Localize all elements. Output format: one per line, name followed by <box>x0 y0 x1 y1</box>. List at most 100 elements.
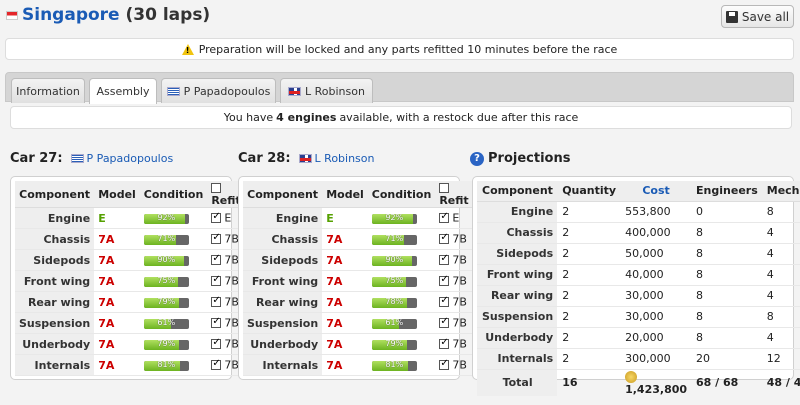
car27-panel: Component Model Condition Refit Engine E 9… <box>10 176 245 380</box>
component-name: Front wing <box>15 270 95 292</box>
proj-component: Chassis <box>477 222 558 244</box>
refit-cell: 7B <box>435 270 473 292</box>
table-row: Rear wing 2 30,000 8 4 <box>477 285 800 307</box>
component-name: Engine <box>243 207 323 229</box>
proj-cost: 30,000 <box>620 285 692 307</box>
table-row: Sidepods 2 50,000 8 4 <box>477 243 800 265</box>
table-row: Internals7A 81% 7B <box>243 354 473 376</box>
refit-checkbox[interactable] <box>439 337 450 350</box>
refit-checkbox[interactable] <box>439 295 450 308</box>
car28-panel: Component Model Condition Refit Engine E 9… <box>238 176 473 380</box>
refit-checkbox[interactable] <box>439 211 450 224</box>
refit-checkbox[interactable] <box>211 232 222 245</box>
total-engineers: 68 / 68 <box>696 376 739 389</box>
proj-quantity: 2 <box>557 201 621 223</box>
refit-checkbox[interactable] <box>211 253 222 266</box>
component-name: Sidepods <box>15 249 95 271</box>
proj-component: Engine <box>477 201 558 223</box>
tab-label: Information <box>16 84 80 98</box>
refit-all-checkbox[interactable] <box>211 183 222 193</box>
save-all-button[interactable]: Save all <box>721 5 794 28</box>
table-row: Suspension 2 30,000 8 8 <box>477 306 800 328</box>
proj-mechanics: 4 <box>761 264 800 286</box>
car28-label: Car 28: <box>238 151 291 166</box>
col-model: Model <box>322 181 368 208</box>
refit-checkbox[interactable] <box>439 232 450 245</box>
component-name: Suspension <box>15 312 95 334</box>
car28-driver: L Robinson <box>314 152 375 165</box>
table-row: Underbody 2 20,000 8 4 <box>477 327 800 349</box>
model-value: 7A <box>98 232 115 246</box>
condition-bar: 79% <box>143 297 189 308</box>
condition-bar: 90% <box>371 255 417 266</box>
model-value: 7A <box>326 274 343 288</box>
proj-component: Suspension <box>477 306 558 328</box>
refit-checkbox[interactable] <box>439 274 450 287</box>
component-name: Suspension <box>243 312 323 334</box>
proj-cost: 40,000 <box>620 264 692 286</box>
condition-label: 90% <box>157 255 176 264</box>
table-row: Sidepods7A 90% 7B <box>15 249 245 271</box>
projections-table: Component Quantity Cost Engineers Mechan… <box>477 181 800 396</box>
condition-cell: 61% <box>139 312 208 334</box>
proj-quantity: 2 <box>557 264 621 286</box>
condition-label: 92% <box>157 213 176 222</box>
refit-cell: 7B <box>435 354 473 376</box>
refit-checkbox[interactable] <box>211 316 222 329</box>
model-cell: 7A <box>322 249 368 271</box>
refit-checkbox[interactable] <box>211 211 222 224</box>
condition-bar: 92% <box>143 213 189 224</box>
save-all-label: Save all <box>741 9 790 24</box>
proj-engineers: 0 <box>691 201 762 223</box>
proj-quantity: 2 <box>557 243 621 265</box>
model-value: 7A <box>98 316 115 330</box>
col-cost[interactable]: Cost <box>620 181 692 202</box>
tab-assembly[interactable]: Assembly <box>89 78 157 104</box>
tab-p-papadopoulos[interactable]: P Papadopoulos <box>161 78 276 103</box>
table-row: Chassis 2 400,000 8 4 <box>477 222 800 244</box>
model-value: 7A <box>326 232 343 246</box>
car28-driver-link[interactable]: L Robinson <box>298 152 375 165</box>
help-icon[interactable]: ? <box>470 151 484 166</box>
col-condition: Condition <box>367 181 436 208</box>
tab-bar: Information Assembly P Papadopoulos L Ro… <box>5 72 794 104</box>
refit-cell: 7B <box>435 228 473 250</box>
page-title: Singapore (30 laps) <box>22 5 210 25</box>
refit-checkbox[interactable] <box>211 274 222 287</box>
refit-model: 7B <box>224 295 239 309</box>
model-cell: 7A <box>94 270 140 292</box>
condition-cell: 75% <box>367 270 436 292</box>
col-component: Component <box>243 181 323 208</box>
refit-checkbox[interactable] <box>439 253 450 266</box>
proj-quantity: 2 <box>557 306 621 328</box>
model-cell: 7A <box>322 333 368 355</box>
refit-model: 7B <box>452 253 467 267</box>
condition-cell: 81% <box>139 354 208 376</box>
tab-information[interactable]: Information <box>11 78 85 103</box>
model-value: E <box>98 211 106 225</box>
model-value: 7A <box>98 337 115 351</box>
condition-label: 61% <box>385 318 404 327</box>
model-cell: 7A <box>94 354 140 376</box>
col-condition: Condition <box>139 181 208 208</box>
refit-checkbox[interactable] <box>439 316 450 329</box>
total-row: Total 16 1,423,800 68 / 68 48 / 48 <box>477 369 800 396</box>
uk-flag-icon <box>298 154 312 163</box>
table-header-row: Component Quantity Cost Engineers Mechan… <box>477 181 800 202</box>
refit-checkbox[interactable] <box>211 358 222 371</box>
col-mechanics: Mechanics <box>761 181 800 202</box>
proj-mechanics: 8 <box>761 201 800 223</box>
tab-l-robinson[interactable]: L Robinson <box>280 78 373 103</box>
model-value: 7A <box>326 358 343 372</box>
refit-all-checkbox[interactable] <box>439 183 450 193</box>
refit-checkbox[interactable] <box>211 295 222 308</box>
refit-checkbox[interactable] <box>211 337 222 350</box>
table-row: Internals 2 300,000 20 12 <box>477 348 800 370</box>
proj-cost: 553,800 <box>620 201 692 223</box>
refit-checkbox[interactable] <box>439 358 450 371</box>
condition-label: 79% <box>385 339 404 348</box>
condition-label: 79% <box>157 297 176 306</box>
total-cost-cell: 1,423,800 <box>620 369 691 396</box>
condition-label: 90% <box>385 255 404 264</box>
car27-driver-link[interactable]: P Papadopoulos <box>70 152 173 165</box>
